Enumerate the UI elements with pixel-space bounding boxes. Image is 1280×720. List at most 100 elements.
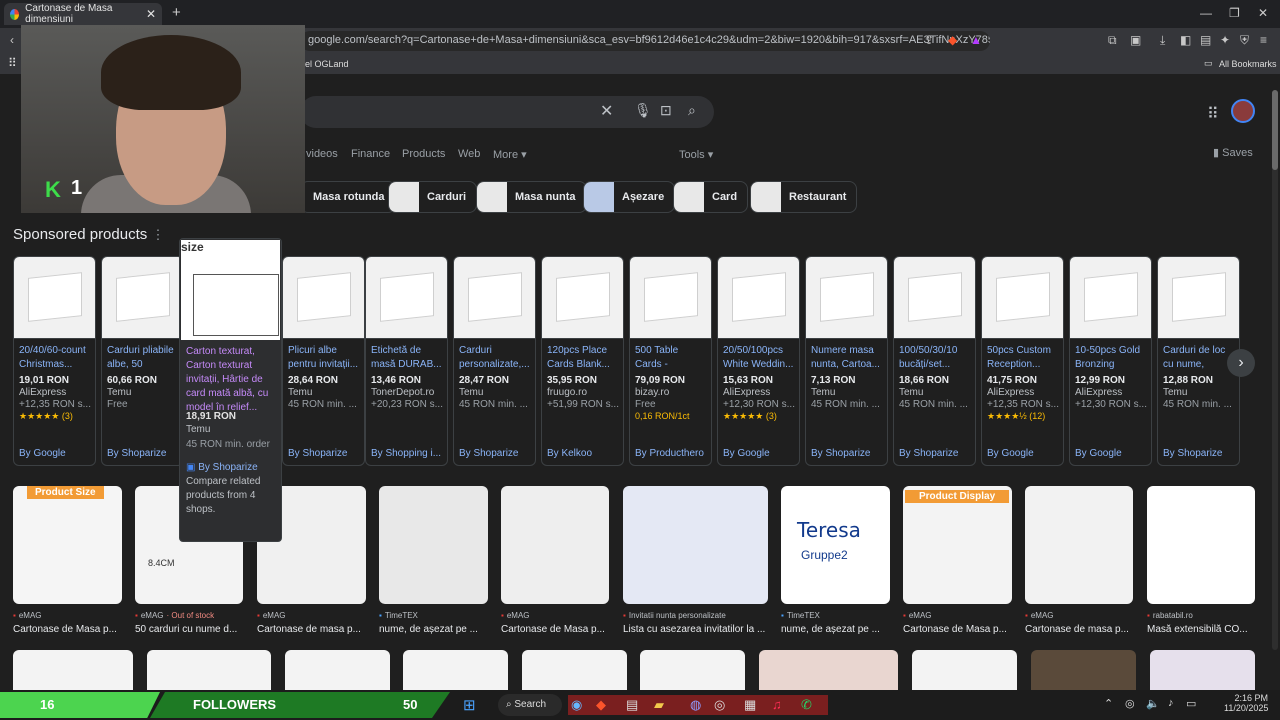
network-icon[interactable]: ▭ <box>1186 697 1196 710</box>
brave-shield-icon[interactable]: ◆ <box>948 33 957 47</box>
product-title[interactable]: 20/50/100pcs White Weddin... <box>718 339 799 373</box>
product-title[interactable]: 120pcs Place Cards Blank... <box>542 339 623 373</box>
saves-button[interactable]: ▮ Saves <box>1213 146 1253 159</box>
image-caption[interactable]: Cartonase de Masa p... <box>501 624 619 635</box>
scrollbar-thumb[interactable] <box>1272 90 1278 170</box>
search-box[interactable]: ✕ 🎙 ⊡ ⌕ <box>300 96 714 128</box>
image-source[interactable]: ▪ rabatabil.ro <box>1147 611 1196 620</box>
product-by[interactable]: By Producthero <box>635 448 704 459</box>
tray-app-icon[interactable]: ◎ <box>1125 697 1135 710</box>
image-result[interactable] <box>903 486 1012 604</box>
close-tab-icon[interactable]: ✕ <box>146 7 156 21</box>
product-title[interactable]: 20/40/60-count Christmas... <box>14 339 95 373</box>
chip-asezare[interactable]: Așezare <box>583 181 676 213</box>
product-by[interactable]: By Shoparize <box>811 448 870 459</box>
mic-icon[interactable]: 🎙 <box>634 102 652 119</box>
download-icon[interactable]: ⤓ <box>1160 33 1165 48</box>
product-by[interactable]: By Google <box>19 448 66 459</box>
product-title[interactable]: Etichetă de masă DURAB... <box>366 339 447 373</box>
music-icon[interactable]: ♫ <box>772 697 782 712</box>
scrollbar[interactable] <box>1272 90 1278 650</box>
copilot-icon[interactable]: ◉ <box>571 697 582 713</box>
clock[interactable]: 2:16 PM 11/20/2025 <box>1224 693 1268 713</box>
product-title[interactable]: 100/50/30/10 bucăți/set... <box>894 339 975 373</box>
product-card[interactable]: 120pcs Place Cards Blank... 35,95 RON fruu… <box>541 256 624 466</box>
google-apps-icon[interactable]: ⠿ <box>1207 104 1219 124</box>
image-source[interactable]: ▪ TimeTEX <box>781 611 823 620</box>
product-card[interactable]: 100/50/30/10 bucăți/set... 18,66 RON Temu 4… <box>893 256 976 466</box>
image-source[interactable]: ▪ eMAG <box>501 611 533 620</box>
image-result[interactable] <box>13 650 133 690</box>
image-result[interactable] <box>781 486 890 604</box>
apps-icon[interactable]: ⠿ <box>8 56 17 70</box>
chip-restaurant[interactable]: Restaurant <box>750 181 858 213</box>
image-caption[interactable]: Cartonase de Masa p... <box>13 624 132 635</box>
product-card[interactable]: Carduri pliabile albe, 50 bucăți... 60,66… <box>101 256 184 466</box>
image-caption[interactable]: 50 carduri cu nume d... <box>135 624 253 635</box>
menu-icon[interactable]: ≡ <box>1260 33 1267 47</box>
windows-start-icon[interactable]: ⊞ <box>463 696 476 714</box>
next-arrow-icon[interactable]: › <box>1227 349 1255 377</box>
product-title[interactable]: Plicuri albe pentru invitații... <box>283 339 364 373</box>
product-title[interactable]: Carduri pliabile albe, 50 bucăți... <box>102 339 183 373</box>
product-by[interactable]: By Shopping i... <box>371 448 441 459</box>
image-result[interactable] <box>379 486 488 604</box>
back-icon[interactable]: ‹ <box>10 33 14 47</box>
chip-masa-rotunda[interactable]: Masa rotunda <box>300 181 396 213</box>
image-result[interactable] <box>1147 486 1255 604</box>
image-caption[interactable]: Cartonase de Masa p... <box>903 624 1022 635</box>
image-caption[interactable]: nume, de așezat pe ... <box>379 624 498 635</box>
lens-icon[interactable]: ⊡ <box>660 102 672 119</box>
image-result[interactable] <box>759 650 898 690</box>
tray-chevron-icon[interactable]: ⌃ <box>1104 697 1113 710</box>
image-source[interactable]: ▪ eMAG <box>257 611 289 620</box>
image-result[interactable] <box>1031 650 1136 690</box>
leo-icon[interactable]: ✦ <box>1220 33 1230 47</box>
filter-web[interactable]: Web <box>458 148 480 160</box>
product-by[interactable]: By Shoparize <box>107 448 166 459</box>
product-title[interactable]: 50pcs Custom Reception... <box>982 339 1063 373</box>
image-result[interactable] <box>403 650 508 690</box>
discord-icon[interactable]: ◍ <box>690 697 701 713</box>
image-source[interactable]: ▪ eMAG <box>903 611 935 620</box>
image-result[interactable] <box>623 486 768 604</box>
speaker-icon[interactable]: 🔈 <box>1146 697 1160 710</box>
product-by[interactable]: By Shoparize <box>288 448 347 459</box>
tab-active[interactable]: Cartonase de Masa dimensiuni ✕ <box>4 3 162 25</box>
popup-by[interactable]: ▣ By Shoparize <box>180 452 281 473</box>
filter-videos[interactable]: videos <box>306 148 338 160</box>
clear-icon[interactable]: ✕ <box>600 101 613 121</box>
calculator-icon[interactable]: ▦ <box>744 697 756 713</box>
product-card[interactable]: 10-50pcs Gold Bronzing Nam... 12,99 RONAl… <box>1069 256 1152 466</box>
popup-title[interactable]: Carton texturat, Carton texturat invitaț… <box>180 341 281 411</box>
chip-carduri[interactable]: Carduri <box>388 181 478 213</box>
all-bookmarks[interactable]: All Bookmarks <box>1219 59 1277 69</box>
image-result[interactable] <box>13 486 122 604</box>
product-by[interactable]: By Google <box>987 448 1034 459</box>
filter-finance[interactable]: Finance <box>351 148 390 160</box>
image-result[interactable] <box>147 650 271 690</box>
close-window-icon[interactable]: ✕ <box>1258 6 1268 20</box>
image-result[interactable] <box>285 650 390 690</box>
product-by[interactable]: By Shoparize <box>459 448 518 459</box>
filter-products[interactable]: Products <box>402 148 445 160</box>
image-result[interactable] <box>1025 486 1133 604</box>
tools-button[interactable]: Tools ▾ <box>679 148 713 161</box>
product-card[interactable]: Carduri personalizate,... 28,47 RON Temu 45… <box>453 256 536 466</box>
product-title[interactable]: Numere masa nunta, Cartoa... <box>806 339 887 373</box>
product-card[interactable]: 20/50/100pcs White Weddin... 15,63 RON Ali… <box>717 256 800 466</box>
wallet-icon[interactable]: ▣ <box>1130 33 1141 47</box>
image-source[interactable]: ▪ eMAG · Out of stock <box>135 611 214 620</box>
image-caption[interactable]: Masă extensibilă CO... <box>1147 624 1265 635</box>
image-source[interactable]: ▪ eMAG <box>1025 611 1057 620</box>
product-by[interactable]: By Shoparize <box>899 448 958 459</box>
explorer-icon[interactable]: ▰ <box>654 697 664 713</box>
sidebar-icon[interactable]: ◧ <box>1180 33 1191 47</box>
search-icon[interactable]: ⌕ <box>688 102 696 119</box>
address-bar[interactable]: google.com/search?q=Cartonase+de+Masa+di… <box>300 31 990 51</box>
minimize-icon[interactable]: — <box>1200 6 1212 20</box>
product-title[interactable]: 10-50pcs Gold Bronzing Nam... <box>1070 339 1151 373</box>
chip-masa-nunta[interactable]: Masa nunta <box>476 181 587 213</box>
profile-wallet-icon[interactable]: ▤ <box>1200 33 1211 47</box>
extensions-icon[interactable]: ⧉ <box>1108 33 1117 48</box>
